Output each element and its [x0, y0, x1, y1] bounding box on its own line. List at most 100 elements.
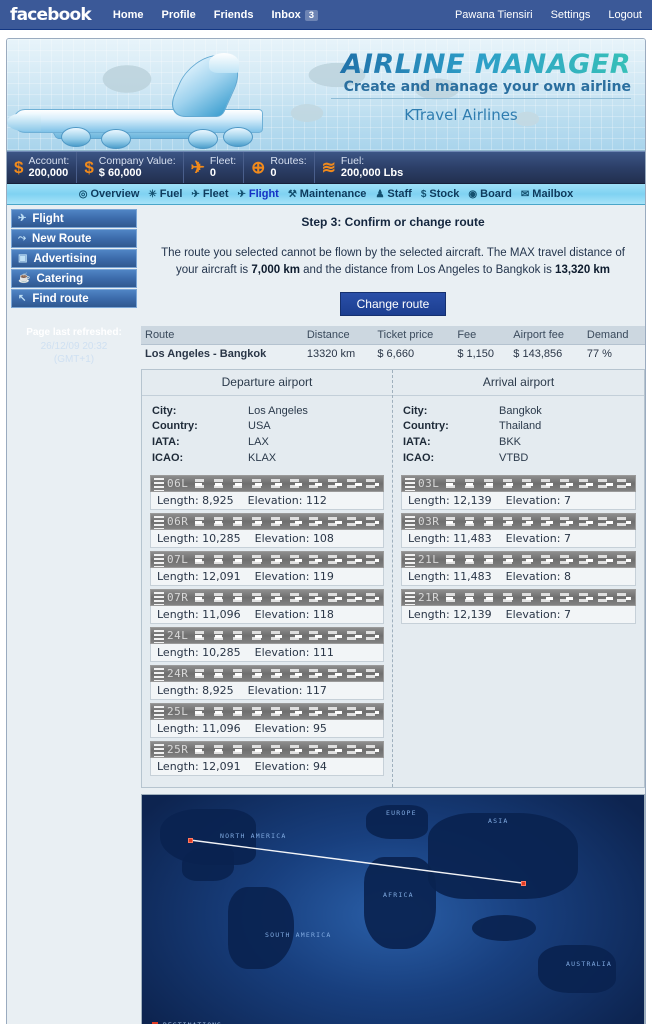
map-label-south-america: South America — [265, 931, 332, 940]
arrival-country-label: Country: — [403, 420, 449, 433]
nav-item-label: Flight — [248, 188, 279, 200]
nav-item-mailbox[interactable]: ✉ Mailbox — [521, 188, 573, 200]
arrival-icao-value: VTBD — [499, 452, 529, 465]
route-col-ticket-price: Ticket price — [373, 325, 454, 345]
fb-nav-home[interactable]: Home — [113, 9, 144, 21]
runway-graphic: 24L — [150, 627, 384, 645]
runway-name: 21L — [418, 553, 440, 567]
departure-city-label: City: — [152, 404, 177, 417]
fb-nav-profile[interactable]: Profile — [161, 9, 195, 21]
departure-runway: 24R Length: 8,925 Elevation: 117 — [150, 665, 384, 701]
departure-icao-label: ICAO: — [152, 452, 184, 465]
sidebar-item-find-route[interactable]: ↖ Find route — [11, 289, 137, 308]
departure-iata-value: LAX — [248, 436, 269, 449]
sidebar-item-flight[interactable]: ✈ Flight — [11, 209, 137, 228]
find-route-icon: ↖ — [18, 293, 27, 304]
flight-icon: ✈ — [237, 188, 246, 200]
runway-graphic: 25R — [150, 741, 384, 759]
destination-marker — [521, 881, 526, 887]
facebook-account-links: Pawana Tiensiri Settings Logout — [437, 9, 642, 21]
route-cell-demand: 77 % — [582, 344, 645, 363]
sidebar-item-label: New Route — [32, 232, 92, 245]
facebook-logo[interactable]: facebook — [10, 5, 92, 25]
arrival-iata-value: BKK — [499, 436, 522, 449]
runway-elevation: Elevation: 94 — [254, 760, 327, 774]
runway-threshold-icon — [154, 630, 164, 644]
fb-settings-link[interactable]: Settings — [551, 9, 591, 21]
target-icon: ◎ — [78, 188, 88, 200]
sidebar-item-advertising[interactable]: ▣ Advertising — [11, 249, 137, 268]
departure-runway: 25R Length: 12,091 Elevation: 94 — [150, 741, 384, 777]
runway-meta: Length: 11,483 Elevation: 7 — [401, 530, 636, 549]
runway-meta: Length: 10,285 Elevation: 111 — [150, 644, 384, 663]
arrival-runway: 03R Length: 11,483 Elevation: 7 — [401, 513, 636, 549]
nav-item-fleet[interactable]: ✈ Fleet — [191, 188, 228, 200]
mail-icon: ✉ — [520, 188, 530, 200]
runway-threshold-icon — [405, 592, 415, 606]
dollar-icon: $ — [14, 158, 24, 177]
runway-graphic: 06L — [150, 475, 384, 493]
flight-icon: ✈ — [18, 213, 27, 224]
runway-name: 06R — [167, 515, 189, 529]
runway-graphic: 24R — [150, 665, 384, 683]
nav-item-staff[interactable]: ♟ Staff — [375, 188, 411, 200]
stock-icon: $ — [420, 188, 427, 200]
nav-item-label: Overview — [90, 188, 140, 200]
runway-centerline — [195, 673, 379, 677]
change-route-button[interactable]: Change route — [339, 291, 447, 316]
refresh-timestamp: 26/12/09 20:32 — [40, 340, 108, 352]
runway-graphic: 21R — [401, 589, 636, 607]
sidebar-item-catering[interactable]: ☕ Catering — [11, 269, 137, 288]
runway-graphic: 21L — [401, 551, 636, 569]
sidebar-item-new-route[interactable]: ⤳ New Route — [11, 229, 137, 248]
stats-bar: $ Account: 200,000 $ Company Value: $ 60,000 ✈… — [7, 151, 645, 184]
route-col-fee: Fee — [453, 325, 510, 345]
sidebar-item-label: Catering — [36, 272, 84, 285]
runway-length: Length: 8,925 — [157, 494, 234, 508]
runway-elevation: Elevation: 111 — [254, 646, 334, 660]
route-path — [189, 839, 523, 884]
route-cell-route: Los Angeles - Bangkok — [141, 344, 303, 363]
route-col-airport-fee: Airport fee — [509, 325, 583, 345]
nav-item-fuel[interactable]: ✳ Fuel — [148, 188, 182, 200]
stat-label: Account: — [28, 155, 70, 168]
runway-centerline — [195, 521, 379, 525]
map-label-asia: Asia — [488, 817, 509, 826]
catering-icon: ☕ — [18, 273, 31, 284]
fb-logout-link[interactable]: Logout — [608, 9, 642, 21]
fb-nav-friends[interactable]: Friends — [214, 9, 254, 21]
nav-item-maintenance[interactable]: ⚒ Maintenance — [288, 188, 367, 200]
runway-threshold-icon — [154, 744, 164, 758]
nav-item-board[interactable]: ◉ Board — [468, 188, 512, 200]
nav-item-label: Staff — [387, 188, 412, 200]
banner-airline-name: KTravel Airlines — [404, 106, 518, 125]
facebook-top-bar: facebook Home Profile Friends Inbox 3 Paw… — [0, 0, 652, 30]
runway-length: Length: 10,285 — [157, 532, 241, 546]
departure-runway: 25L Length: 11,096 Elevation: 95 — [150, 703, 384, 739]
content-area: ✈ Flight ⤳ New Route ▣ Advertising ☕ Catering ↖ F… — [7, 205, 645, 1024]
route-warning-message: The route you selected cannot be flown b… — [141, 231, 645, 286]
runway-meta: Length: 11,483 Elevation: 8 — [401, 568, 636, 587]
runway-centerline — [446, 521, 631, 525]
notice-route-distance: 13,320 km — [555, 264, 611, 277]
new-route-icon: ⤳ — [18, 233, 26, 244]
nav-item-overview[interactable]: ◎ Overview — [79, 188, 140, 200]
departure-info: City: Los Angeles Country: USA IATA: LAX IC… — [142, 396, 392, 472]
nav-item-flight[interactable]: ✈ Flight — [238, 188, 279, 200]
fb-user-name[interactable]: Pawana Tiensiri — [455, 9, 533, 21]
runway-meta: Length: 12,091 Elevation: 119 — [150, 568, 384, 587]
runway-graphic: 07L — [150, 551, 384, 569]
runway-elevation: Elevation: 7 — [505, 494, 571, 508]
globe-icon: ⊕ — [251, 158, 266, 177]
departure-heading: Departure airport — [142, 370, 392, 396]
map-label-europe: Europe — [386, 809, 417, 818]
virtual-world-map[interactable]: North America South America Europe Africa As… — [141, 794, 645, 1024]
runway-name: 03L — [418, 477, 440, 491]
nav-item-stock[interactable]: $ Stock — [421, 188, 460, 200]
runway-elevation: Elevation: 112 — [247, 494, 327, 508]
arrival-runway: 21L Length: 11,483 Elevation: 8 — [401, 551, 636, 587]
fb-nav-inbox[interactable]: Inbox 3 — [271, 9, 319, 21]
board-icon: ◉ — [468, 188, 478, 200]
stat-label: Routes: — [270, 155, 307, 168]
route-cell-fee: $ 1,150 — [453, 344, 510, 363]
